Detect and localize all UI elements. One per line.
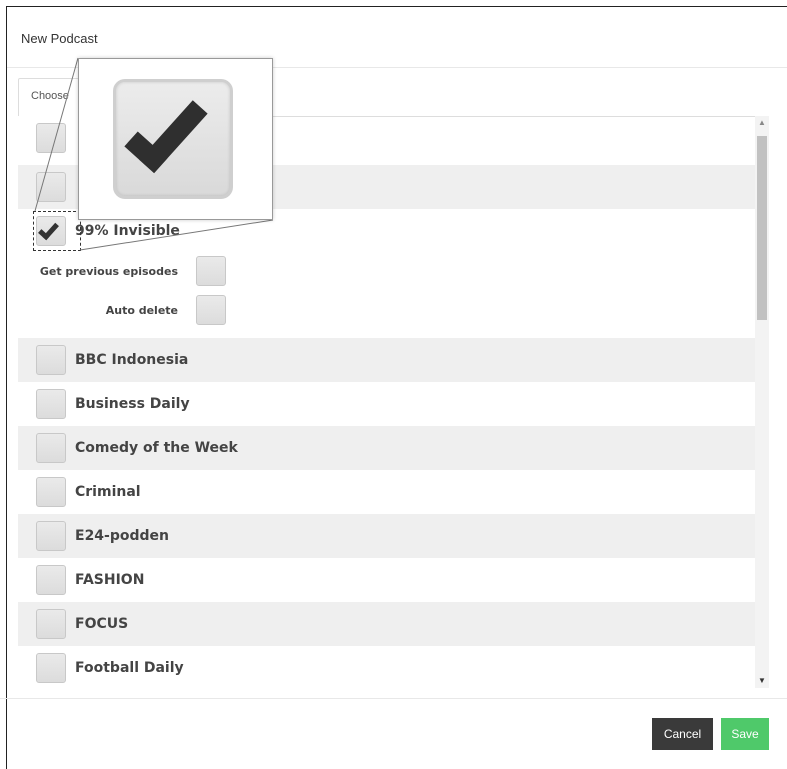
- podcast-label: Business Daily: [75, 396, 190, 412]
- list-item[interactable]: E24-podden: [18, 514, 755, 558]
- auto-delete-checkbox[interactable]: [196, 295, 226, 325]
- podcast-label: Comedy of the Week: [75, 440, 238, 456]
- list-item[interactable]: Business Daily: [18, 382, 755, 426]
- cancel-button[interactable]: Cancel: [652, 718, 713, 750]
- option-label: Get previous episodes: [39, 264, 178, 278]
- focus-highlight: [33, 211, 81, 251]
- zoomed-checkbox: [113, 79, 233, 199]
- podcast-checkbox[interactable]: [36, 653, 66, 683]
- podcast-label: E24-podden: [75, 528, 170, 544]
- podcast-checkbox[interactable]: [36, 521, 66, 551]
- option-label: Auto delete: [105, 303, 178, 317]
- podcast-checkbox[interactable]: [36, 345, 66, 375]
- list-item[interactable]: Criminal: [18, 470, 755, 514]
- scroll-up-icon[interactable]: ▲: [755, 116, 769, 130]
- podcast-checkbox[interactable]: [36, 433, 66, 463]
- podcast-label: FOCUS: [75, 616, 129, 632]
- podcast-checkbox[interactable]: [36, 609, 66, 639]
- zoom-callout: [78, 58, 273, 220]
- list-item[interactable]: FASHION: [18, 558, 755, 602]
- podcast-label: FASHION: [75, 572, 145, 588]
- podcast-label: 99% Invisible: [75, 223, 180, 239]
- list-item[interactable]: BBC Indonesia: [18, 338, 755, 382]
- podcast-label: Criminal: [75, 484, 141, 500]
- list-item[interactable]: FOCUS: [18, 602, 755, 646]
- get-previous-checkbox[interactable]: [196, 256, 226, 286]
- option-auto-delete: Auto delete: [18, 290, 755, 330]
- podcast-checkbox[interactable]: [36, 123, 66, 153]
- scroll-thumb[interactable]: [757, 136, 767, 320]
- footer-divider: [0, 698, 787, 699]
- option-get-previous: Get previous episodes: [18, 251, 755, 291]
- podcast-checkbox[interactable]: [36, 389, 66, 419]
- scroll-down-icon[interactable]: ▼: [755, 674, 769, 688]
- podcast-checkbox[interactable]: [36, 477, 66, 507]
- list-item[interactable]: Comedy of the Week: [18, 426, 755, 470]
- podcast-label: BBC Indonesia: [75, 352, 189, 368]
- list-scrollbar[interactable]: ▲ ▼: [755, 116, 769, 688]
- dialog-title: New Podcast: [21, 31, 98, 46]
- podcast-checkbox[interactable]: [36, 565, 66, 595]
- checkmark-icon: [124, 86, 208, 174]
- podcast-label: Football Daily: [75, 660, 184, 676]
- list-item[interactable]: Football Daily: [18, 646, 755, 684]
- podcast-checkbox[interactable]: [36, 172, 66, 202]
- save-button[interactable]: Save: [721, 718, 769, 750]
